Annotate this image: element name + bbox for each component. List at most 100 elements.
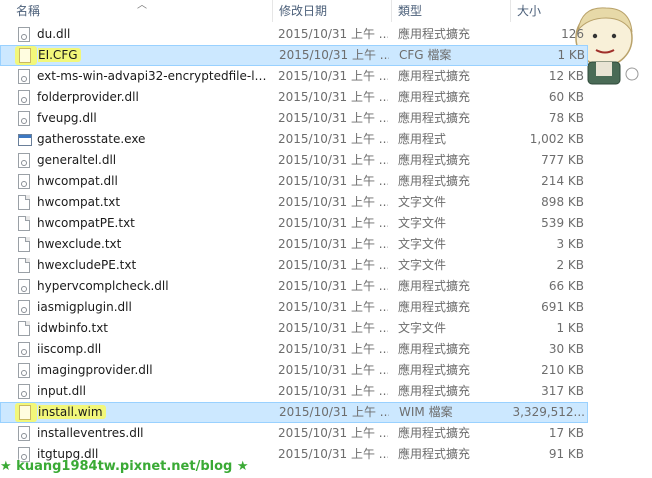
- dll-file-icon: [18, 384, 32, 400]
- file-name: installeventres.dll: [37, 426, 144, 440]
- file-row[interactable]: EI.CFG 2015/10/31 上午 ... CFG 檔案 1 KB: [0, 45, 588, 66]
- file-type: 文字文件: [398, 237, 447, 251]
- file-row[interactable]: install.wim 2015/10/31 上午 ... WIM 檔案 3,329,…: [0, 402, 588, 423]
- file-modified-date: 2015/10/31 上午 ...: [278, 90, 388, 104]
- file-type: WIM 檔案: [399, 405, 453, 419]
- file-row[interactable]: hwcompat.txt 2015/10/31 上午 ... 文字文件 898 KB: [0, 192, 588, 213]
- file-size: 17 KB: [548, 426, 584, 440]
- sort-ascending-icon: ︿: [137, 0, 147, 11]
- file-type: 應用程式擴充: [398, 384, 471, 398]
- file-modified-date: 2015/10/31 上午 ...: [278, 384, 388, 398]
- file-row[interactable]: generaltel.dll 2015/10/31 上午 ... 應用程式擴充 777…: [0, 150, 588, 171]
- column-header-date-label: 修改日期: [279, 4, 328, 18]
- file-row[interactable]: fveupg.dll 2015/10/31 上午 ... 應用程式擴充 78 KB: [0, 108, 588, 129]
- file-name: fveupg.dll: [37, 111, 97, 125]
- file-row[interactable]: hwcompat.dll 2015/10/31 上午 ... 應用程式擴充 214 K…: [0, 171, 588, 192]
- file-row[interactable]: hwexcludePE.txt 2015/10/31 上午 ... 文字文件 2 KB: [0, 255, 588, 276]
- file-modified-date: 2015/10/31 上午 ...: [278, 153, 388, 167]
- file-name: gatherosstate.exe: [37, 132, 146, 146]
- file-modified-date: 2015/10/31 上午 ...: [278, 279, 388, 293]
- file-size: 777 KB: [541, 153, 584, 167]
- file-type: 應用程式擴充: [398, 426, 471, 440]
- file-name-highlighted: EI.CFG: [38, 48, 81, 62]
- dll-file-icon: [18, 111, 32, 127]
- dll-file-icon: [18, 69, 32, 85]
- dll-file-icon: [18, 342, 32, 358]
- text-file-icon: [18, 195, 32, 211]
- file-name: iasmigplugin.dll: [37, 300, 132, 314]
- file-type: 應用程式擴充: [398, 111, 471, 125]
- file-row[interactable]: ext-ms-win-advapi32-encryptedfile-l1... 2…: [0, 66, 588, 87]
- file-row[interactable]: installeventres.dll 2015/10/31 上午 ... 應用程式…: [0, 423, 588, 444]
- file-modified-date: 2015/10/31 上午 ...: [278, 132, 388, 146]
- file-name: generaltel.dll: [37, 153, 117, 167]
- file-type: CFG 檔案: [399, 48, 452, 62]
- dll-file-icon: [18, 153, 32, 169]
- file-size: 3 KB: [556, 237, 584, 251]
- file-name: hwcompat.dll: [37, 174, 118, 188]
- column-header-size-label: 大小: [517, 4, 542, 18]
- file-row[interactable]: hwcompatPE.txt 2015/10/31 上午 ... 文字文件 539 K…: [0, 213, 588, 234]
- file-modified-date: 2015/10/31 上午 ...: [278, 237, 388, 251]
- file-modified-date: 2015/10/31 上午 ...: [279, 48, 389, 62]
- file-size: 3,329,512...: [512, 405, 585, 419]
- file-type: 應用程式擴充: [398, 342, 471, 356]
- file-size: 691 KB: [541, 300, 584, 314]
- file-type: 應用程式擴充: [398, 279, 471, 293]
- file-row[interactable]: gatherosstate.exe 2015/10/31 上午 ... 應用程式 1,…: [0, 129, 588, 150]
- file-row[interactable]: du.dll 2015/10/31 上午 ... 應用程式擴充 126: [0, 24, 588, 45]
- file-type: 文字文件: [398, 321, 447, 335]
- dll-file-icon: [18, 300, 32, 316]
- file-modified-date: 2015/10/31 上午 ...: [278, 426, 388, 440]
- file-type: 應用程式擴充: [398, 363, 471, 377]
- file-row[interactable]: idwbinfo.txt 2015/10/31 上午 ... 文字文件 1 KB: [0, 318, 588, 339]
- file-name: hypervcomplcheck.dll: [37, 279, 169, 293]
- file-type: 應用程式擴充: [398, 90, 471, 104]
- text-file-icon: [18, 237, 32, 253]
- file-type: 應用程式擴充: [398, 69, 471, 83]
- file-row[interactable]: iiscomp.dll 2015/10/31 上午 ... 應用程式擴充 30 KB: [0, 339, 588, 360]
- generic-file-icon: [19, 48, 33, 64]
- file-size: 66 KB: [548, 279, 584, 293]
- file-modified-date: 2015/10/31 上午 ...: [279, 405, 389, 419]
- file-row[interactable]: hwexclude.txt 2015/10/31 上午 ... 文字文件 3 KB: [0, 234, 588, 255]
- file-name: hwexclude.txt: [37, 237, 122, 251]
- file-size: 78 KB: [548, 111, 584, 125]
- file-name: hwcompatPE.txt: [37, 216, 135, 230]
- file-row[interactable]: iasmigplugin.dll 2015/10/31 上午 ... 應用程式擴充 6…: [0, 297, 588, 318]
- file-modified-date: 2015/10/31 上午 ...: [278, 69, 388, 83]
- text-file-icon: [18, 216, 32, 232]
- file-row[interactable]: imagingprovider.dll 2015/10/31 上午 ... 應用程式…: [0, 360, 588, 381]
- file-size: 898 KB: [541, 195, 584, 209]
- dll-file-icon: [18, 174, 32, 190]
- dll-file-icon: [18, 363, 32, 379]
- text-file-icon: [18, 321, 32, 337]
- column-header-type[interactable]: 類型: [392, 0, 510, 22]
- file-type: 應用程式擴充: [398, 300, 471, 314]
- file-type: 文字文件: [398, 195, 447, 209]
- column-header-date[interactable]: 修改日期: [273, 0, 391, 22]
- file-type: 應用程式擴充: [398, 153, 471, 167]
- file-row[interactable]: input.dll 2015/10/31 上午 ... 應用程式擴充 317 KB: [0, 381, 588, 402]
- file-row[interactable]: folderprovider.dll 2015/10/31 上午 ... 應用程式擴…: [0, 87, 588, 108]
- file-name: du.dll: [37, 27, 71, 41]
- watermark-text: ★ kuang1984tw.pixnet.net/blog ★: [0, 459, 249, 474]
- file-size: 1 KB: [556, 321, 584, 335]
- dll-file-icon: [18, 90, 32, 106]
- file-size: 317 KB: [541, 384, 584, 398]
- file-modified-date: 2015/10/31 上午 ...: [278, 27, 388, 41]
- file-name: hwexcludePE.txt: [37, 258, 137, 272]
- file-size: 214 KB: [541, 174, 584, 188]
- file-name: install.wim: [38, 402, 270, 423]
- file-modified-date: 2015/10/31 上午 ...: [278, 300, 388, 314]
- file-name-highlighted: install.wim: [38, 405, 106, 419]
- file-name: hwcompat.txt: [37, 195, 121, 209]
- file-type: 文字文件: [398, 258, 447, 272]
- file-type: 應用程式擴充: [398, 27, 471, 41]
- file-row[interactable]: hypervcomplcheck.dll 2015/10/31 上午 ... 應用程…: [0, 276, 588, 297]
- file-size: 12 KB: [548, 69, 584, 83]
- file-modified-date: 2015/10/31 上午 ...: [278, 258, 388, 272]
- file-name: ext-ms-win-advapi32-encryptedfile-l1...: [37, 69, 269, 83]
- dll-file-icon: [18, 279, 32, 295]
- file-size: 91 KB: [548, 447, 584, 461]
